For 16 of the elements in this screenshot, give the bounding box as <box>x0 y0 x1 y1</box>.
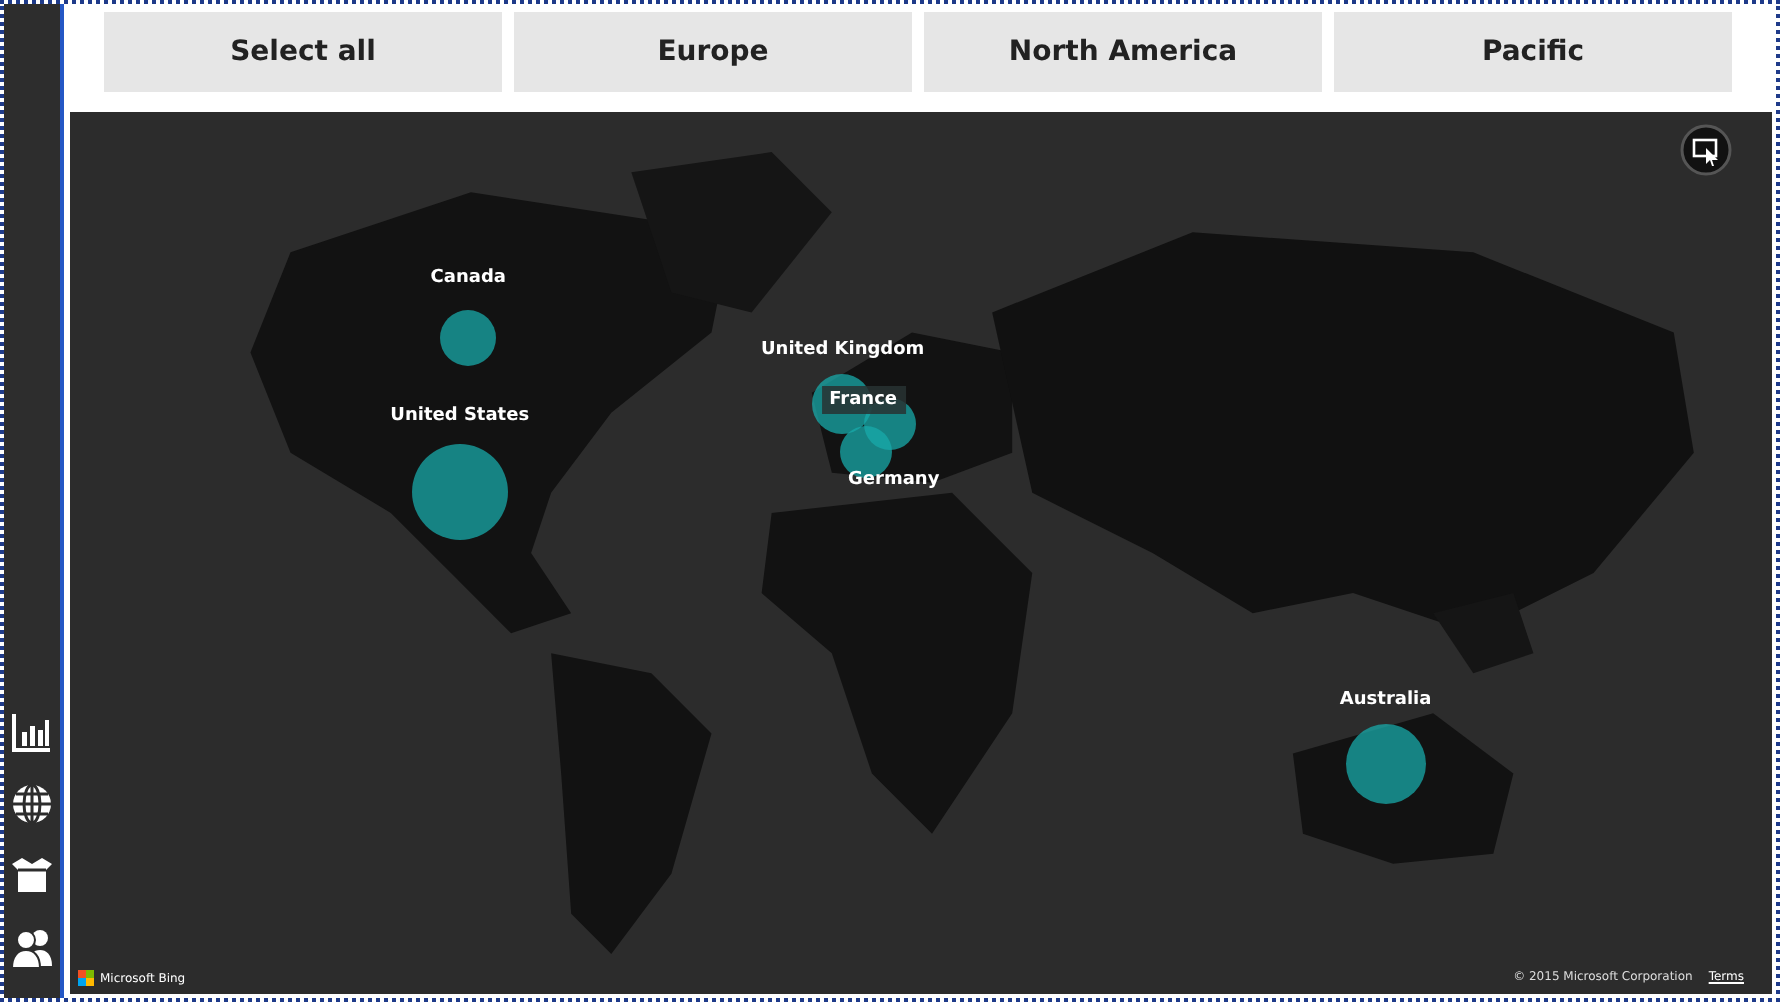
box-icon[interactable] <box>10 854 54 898</box>
globe-icon[interactable] <box>10 782 54 826</box>
filter-button[interactable]: North America <box>924 12 1322 92</box>
filter-button[interactable]: Select all <box>104 12 502 92</box>
bubble-label: Canada <box>428 266 508 293</box>
filter-button[interactable]: Europe <box>514 12 912 92</box>
people-icon[interactable] <box>10 926 54 970</box>
focus-mode-icon[interactable] <box>1680 124 1732 176</box>
bubble-label: Germany <box>846 468 942 495</box>
bubble-label: United Kingdom <box>759 338 927 365</box>
bubble-label: France <box>821 386 906 415</box>
bubble-label: United States <box>388 403 532 430</box>
bing-logo-icon <box>78 970 94 986</box>
filter-button[interactable]: Pacific <box>1334 12 1732 92</box>
bar-chart-icon[interactable] <box>10 710 54 754</box>
bubble-label: Australia <box>1337 688 1434 715</box>
